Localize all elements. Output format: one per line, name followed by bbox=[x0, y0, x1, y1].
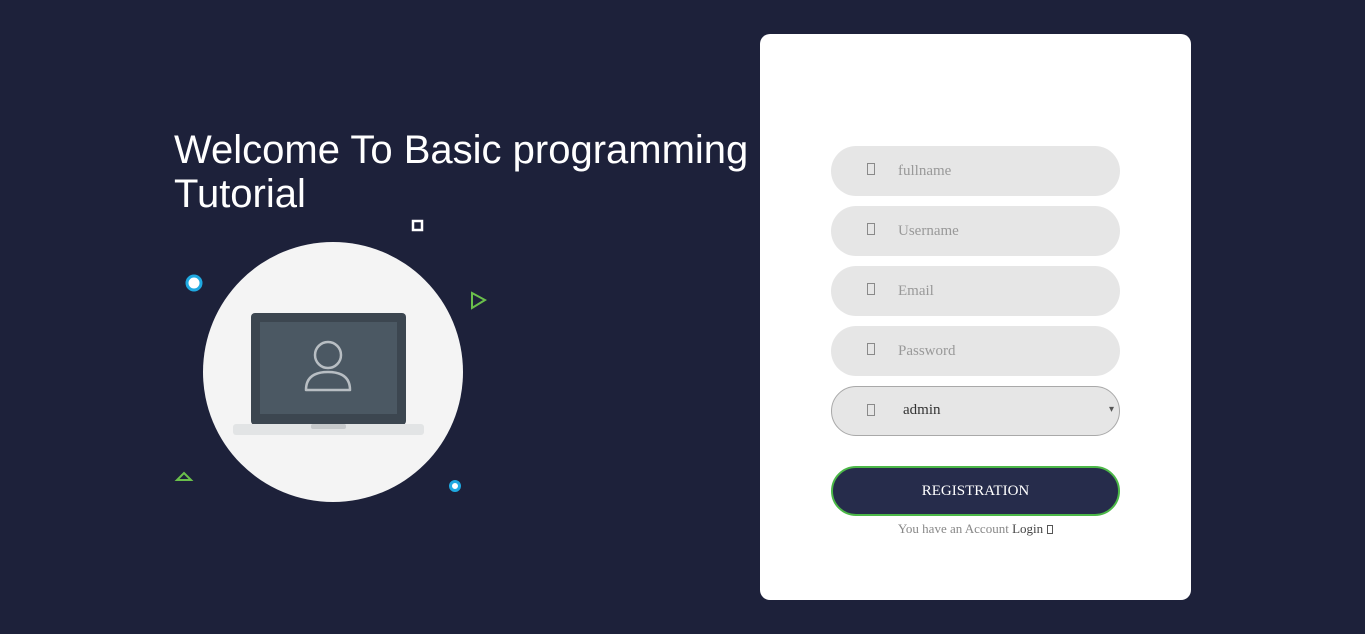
envelope-icon bbox=[867, 283, 875, 295]
account-text: You have an Account bbox=[897, 521, 1009, 536]
role-select-value: admin bbox=[903, 402, 941, 418]
fullname-input[interactable] bbox=[898, 146, 1098, 196]
laptop-user-icon bbox=[233, 313, 424, 435]
username-field[interactable] bbox=[831, 206, 1120, 256]
hero-illustration bbox=[170, 216, 500, 516]
login-link[interactable]: Login bbox=[1012, 521, 1043, 536]
play-triangle-decoration bbox=[471, 291, 488, 310]
fullname-field[interactable] bbox=[831, 146, 1120, 196]
ring-decoration bbox=[185, 274, 203, 292]
triangle-decoration bbox=[174, 471, 194, 481]
account-prompt: You have an Account Login bbox=[760, 521, 1191, 537]
lock-icon bbox=[867, 343, 875, 355]
arrow-right-icon bbox=[1047, 525, 1054, 534]
chevron-down-icon: ▾ bbox=[1108, 404, 1114, 415]
password-field[interactable] bbox=[831, 326, 1120, 376]
welcome-heading: Welcome To Basic programming Tutorial bbox=[174, 128, 749, 216]
dot-decoration bbox=[449, 480, 461, 492]
page: Welcome To Basic programming Tutorial Me… bbox=[0, 0, 1365, 634]
email-input[interactable] bbox=[898, 266, 1098, 316]
role-select[interactable]: admin ▾ bbox=[831, 386, 1120, 436]
password-input[interactable] bbox=[898, 326, 1098, 376]
registration-button[interactable]: REGISTRATION bbox=[831, 466, 1120, 516]
user-icon bbox=[867, 223, 875, 235]
registration-card: Member Registration admin ▾ REGISTRATION… bbox=[760, 34, 1191, 600]
users-icon bbox=[867, 404, 875, 416]
user-icon bbox=[867, 163, 875, 175]
square-decoration bbox=[411, 219, 424, 232]
email-field[interactable] bbox=[831, 266, 1120, 316]
username-input[interactable] bbox=[898, 206, 1098, 256]
